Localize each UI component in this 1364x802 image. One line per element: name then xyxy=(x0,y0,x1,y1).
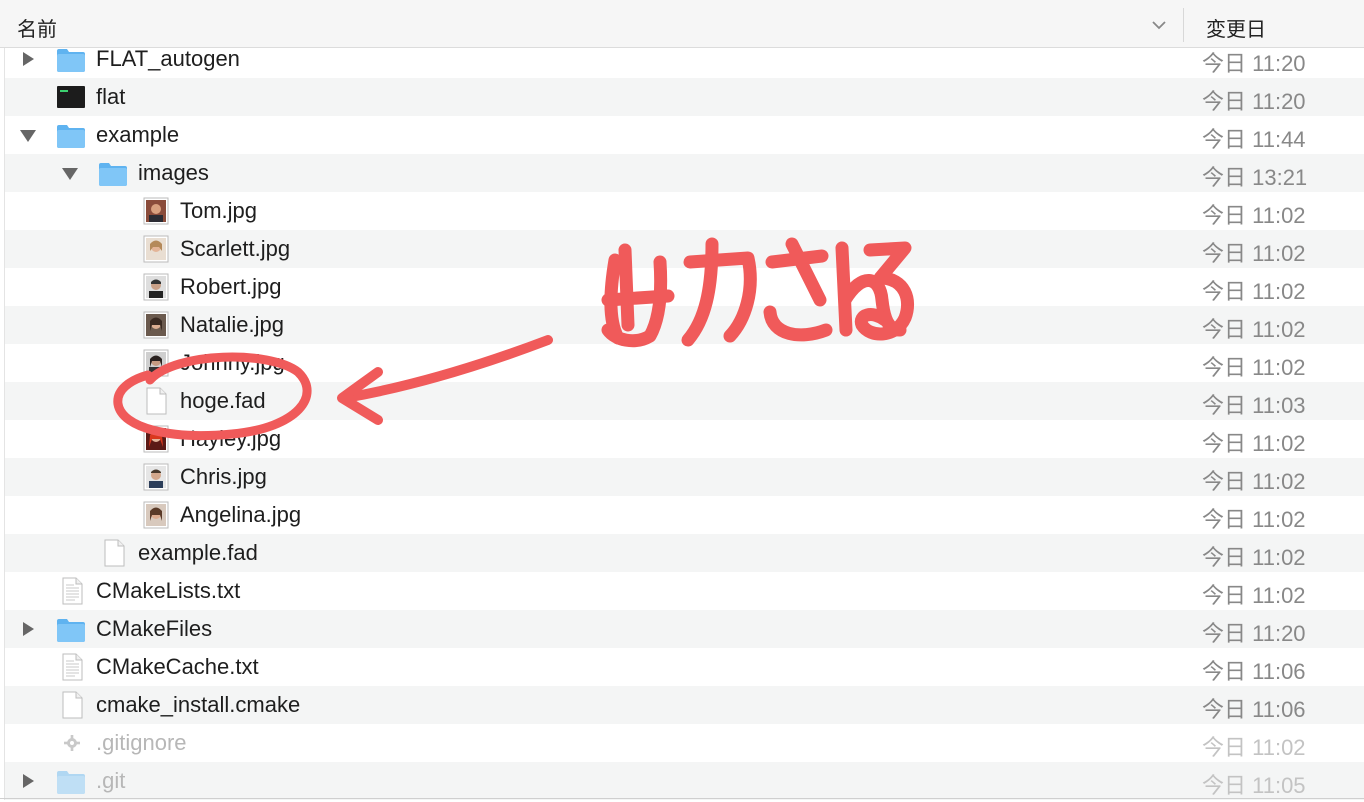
list-item[interactable]: Natalie.jpg 今日 11:02 xyxy=(4,306,1364,344)
list-item[interactable]: FLAT_autogen 今日 11:20 xyxy=(4,48,1364,78)
list-item[interactable]: images 今日 13:21 xyxy=(4,154,1364,192)
gear-icon xyxy=(64,735,80,751)
modified-date: 今日 11:06 xyxy=(1202,697,1306,722)
modified-date: 今日 11:02 xyxy=(1202,317,1306,342)
modified-date: 今日 11:02 xyxy=(1202,469,1306,494)
image-thumbnail-icon xyxy=(143,273,169,301)
modified-date: 今日 11:02 xyxy=(1202,583,1306,608)
list-item[interactable]: CMakeLists.txt 今日 11:02 xyxy=(4,572,1364,610)
modified-date: 今日 11:20 xyxy=(1202,621,1306,646)
file-name: .git xyxy=(96,768,126,793)
file-name: Natalie.jpg xyxy=(180,312,284,337)
modified-date: 今日 11:02 xyxy=(1202,735,1306,760)
file-name: Scarlett.jpg xyxy=(180,236,291,261)
file-name: hoge.fad xyxy=(180,388,266,413)
image-thumbnail-icon xyxy=(143,349,169,377)
list-item[interactable]: .git 今日 11:05 xyxy=(4,762,1364,800)
file-name: Tom.jpg xyxy=(180,198,258,223)
file-name: FLAT_autogen xyxy=(96,48,240,71)
file-name: Johnny.jpg xyxy=(180,350,285,375)
folder-icon xyxy=(57,49,85,72)
file-name: Hayley.jpg xyxy=(180,426,282,451)
modified-date: 今日 11:44 xyxy=(1202,127,1306,152)
modified-date: 今日 11:05 xyxy=(1202,773,1306,798)
modified-date: 今日 11:02 xyxy=(1202,355,1306,380)
modified-date: 今日 13:21 xyxy=(1202,165,1308,190)
disclosure-triangle-expanded-icon[interactable] xyxy=(19,126,37,144)
modified-date: 今日 11:02 xyxy=(1202,279,1306,304)
document-icon xyxy=(146,387,167,415)
modified-date: 今日 11:02 xyxy=(1202,507,1306,532)
modified-date: 今日 11:02 xyxy=(1202,545,1306,570)
file-name: Chris.jpg xyxy=(180,464,267,489)
modified-date: 今日 11:06 xyxy=(1202,659,1306,684)
list-item[interactable]: CMakeCache.txt 今日 11:06 xyxy=(4,648,1364,686)
list-item[interactable]: CMakeFiles 今日 11:20 xyxy=(4,610,1364,648)
list-item[interactable]: flat 今日 11:20 xyxy=(4,78,1364,116)
disclosure-triangle-icon[interactable] xyxy=(19,620,37,638)
modified-date: 今日 11:03 xyxy=(1202,393,1306,418)
text-document-icon xyxy=(62,653,83,681)
document-icon xyxy=(62,691,83,719)
file-name: Robert.jpg xyxy=(180,274,282,299)
list-item[interactable]: Angelina.jpg 今日 11:02 xyxy=(4,496,1364,534)
list-item[interactable]: cmake_install.cmake 今日 11:06 xyxy=(4,686,1364,724)
file-name: cmake_install.cmake xyxy=(96,692,301,717)
list-item[interactable]: example 今日 11:44 xyxy=(4,116,1364,154)
document-icon xyxy=(104,539,125,567)
list-item[interactable]: Johnny.jpg 今日 11:02 xyxy=(4,344,1364,382)
list-item[interactable]: example.fad 今日 11:02 xyxy=(4,534,1364,572)
folder-icon xyxy=(57,771,85,794)
folder-icon xyxy=(99,163,127,186)
list-item[interactable]: Robert.jpg 今日 11:02 xyxy=(4,268,1364,306)
image-thumbnail-icon xyxy=(143,311,169,339)
file-name: images xyxy=(138,160,209,185)
modified-date: 今日 11:02 xyxy=(1202,203,1306,228)
folder-icon xyxy=(57,619,85,642)
list-item[interactable]: Hayley.jpg 今日 11:02 xyxy=(4,420,1364,458)
list-item[interactable]: Chris.jpg 今日 11:02 xyxy=(4,458,1364,496)
name-column-header[interactable]: 名前 xyxy=(17,13,57,42)
terminal-executable-icon xyxy=(57,86,85,108)
window-edge xyxy=(4,48,5,800)
list-item[interactable]: Tom.jpg 今日 11:02 xyxy=(4,192,1364,230)
file-name: example.fad xyxy=(138,540,258,565)
modified-date: 今日 11:20 xyxy=(1202,89,1306,114)
text-document-icon xyxy=(62,577,83,605)
modified-date: 今日 11:02 xyxy=(1202,431,1306,456)
column-divider[interactable] xyxy=(1183,8,1184,42)
disclosure-triangle-icon[interactable] xyxy=(19,772,37,790)
list-item[interactable]: Scarlett.jpg 今日 11:02 xyxy=(4,230,1364,268)
file-name: example xyxy=(96,122,180,147)
file-name: CMakeLists.txt xyxy=(96,578,241,603)
file-name: Angelina.jpg xyxy=(180,502,302,527)
image-thumbnail-icon xyxy=(143,197,169,225)
file-name: CMakeCache.txt xyxy=(96,654,259,679)
modified-date: 今日 11:20 xyxy=(1202,51,1306,76)
disclosure-triangle-icon[interactable] xyxy=(19,50,37,68)
file-list: FLAT_autogen 今日 11:20 flat 今日 11:20 exam… xyxy=(4,48,1364,800)
modified-date: 今日 11:02 xyxy=(1202,241,1306,266)
file-name: .gitignore xyxy=(96,730,187,755)
column-header: 名前 変更日 xyxy=(0,0,1364,48)
folder-icon xyxy=(57,125,85,148)
list-item[interactable]: .gitignore 今日 11:02 xyxy=(4,724,1364,762)
window-bottom-border xyxy=(0,798,1364,799)
list-item[interactable]: hoge.fad 今日 11:03 xyxy=(4,382,1364,420)
image-thumbnail-icon xyxy=(143,235,169,263)
file-name: flat xyxy=(96,84,126,109)
disclosure-triangle-expanded-icon[interactable] xyxy=(61,164,79,182)
image-thumbnail-icon xyxy=(143,463,169,491)
file-name: CMakeFiles xyxy=(96,616,213,641)
image-thumbnail-icon xyxy=(143,425,169,453)
date-column-header[interactable]: 変更日 xyxy=(1206,13,1266,42)
chevron-down-icon[interactable] xyxy=(1150,16,1168,34)
image-thumbnail-icon xyxy=(143,501,169,529)
